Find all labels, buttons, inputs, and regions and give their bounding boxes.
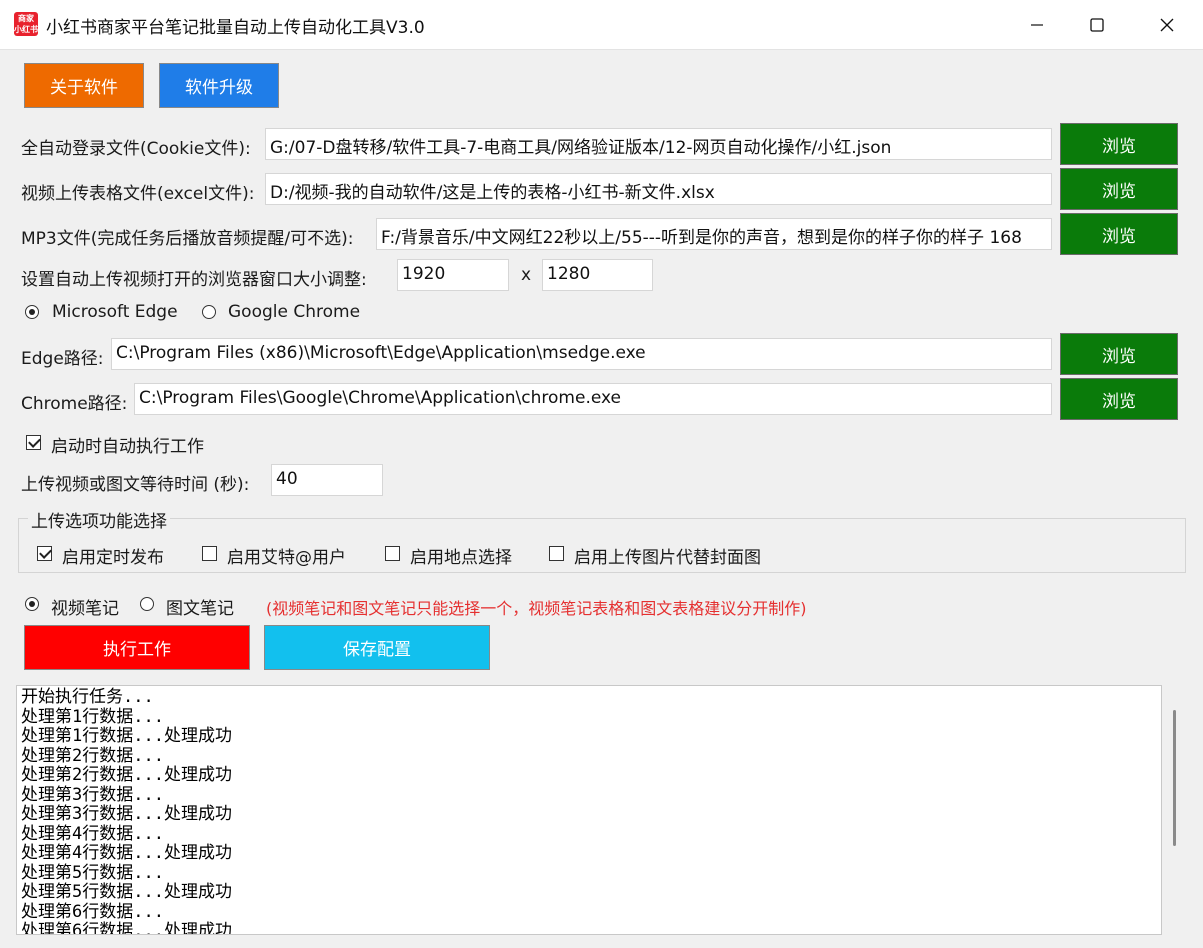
scheduled-publish-label[interactable]: 启用定时发布 (62, 543, 164, 568)
window-width-input[interactable]: 1920 (397, 259, 509, 291)
log-line: 处理第4行数据... (21, 823, 164, 844)
upload-options-title: 上传选项功能选择 (28, 507, 170, 532)
window-height-input[interactable]: 1280 (542, 259, 653, 291)
edge-browse-button[interactable]: 浏览 (1060, 333, 1178, 375)
mp3-file-input[interactable]: F:/背景音乐/中文网红22秒以上/55---听到是你的声音，想到是你的样子你的… (376, 218, 1052, 250)
chrome-browse-button[interactable]: 浏览 (1060, 378, 1178, 420)
log-line: 处理第2行数据...处理成功 (21, 765, 232, 785)
log-line: 处理第4行数据...处理成功 (21, 843, 232, 863)
excel-file-label: 视频上传表格文件(excel文件): (21, 184, 255, 204)
close-icon (1160, 18, 1174, 32)
image-note-label[interactable]: 图文笔记 (166, 594, 234, 619)
window-title: 小红书商家平台笔记批量自动上传自动化工具V3.0 (46, 18, 425, 38)
close-button[interactable] (1132, 0, 1202, 50)
log-scrollbar[interactable] (1173, 710, 1176, 846)
autostart-label[interactable]: 启动时自动执行工作 (51, 432, 204, 457)
edge-path-input[interactable]: C:\Program Files (x86)\Microsoft\Edge\Ap… (111, 338, 1052, 370)
log-line: 开始执行任务... (21, 687, 154, 707)
app-logo-icon: 商家 小红书 (14, 12, 38, 36)
chrome-path-label: Chrome路径: (21, 394, 128, 414)
wait-time-label: 上传视频或图文等待时间 (秒): (21, 475, 250, 495)
location-select-checkbox[interactable] (385, 546, 400, 561)
video-note-label[interactable]: 视频笔记 (51, 594, 119, 619)
excel-browse-button[interactable]: 浏览 (1060, 168, 1178, 210)
autostart-checkbox[interactable] (26, 435, 41, 450)
mp3-browse-button[interactable]: 浏览 (1060, 213, 1178, 255)
chrome-radio-label[interactable]: Google Chrome (228, 302, 360, 322)
edge-radio-label[interactable]: Microsoft Edge (52, 302, 178, 322)
log-line: 处理第3行数据... (21, 784, 164, 805)
image-cover-checkbox[interactable] (549, 546, 564, 561)
about-software-button[interactable]: 关于软件 (24, 63, 144, 108)
chrome-path-input[interactable]: C:\Program Files\Google\Chrome\Applicati… (134, 383, 1052, 415)
log-line: 处理第1行数据...处理成功 (21, 726, 232, 746)
window-size-label: 设置自动上传视频打开的浏览器窗口大小调整: (21, 270, 367, 290)
maximize-icon (1090, 18, 1104, 32)
log-line: 处理第5行数据... (21, 862, 164, 883)
note-type-hint: (视频笔记和图文笔记只能选择一个，视频笔记表格和图文表格建议分开制作) (266, 599, 807, 618)
window-size-separator: x (521, 265, 532, 285)
video-note-radio[interactable] (25, 597, 39, 611)
cookie-file-label: 全自动登录文件(Cookie文件): (21, 139, 251, 159)
excel-file-input[interactable]: D:/视频-我的自动软件/这是上传的表格-小红书-新文件.xlsx (265, 173, 1052, 205)
mp3-file-label: MP3文件(完成任务后播放音频提醒/可不选): (21, 229, 354, 249)
scheduled-publish-checkbox[interactable] (37, 546, 52, 561)
log-line: 处理第6行数据...处理成功 (21, 921, 232, 935)
image-note-radio[interactable] (140, 597, 154, 611)
run-task-button[interactable]: 执行工作 (24, 625, 250, 670)
log-line: 处理第3行数据...处理成功 (21, 804, 232, 824)
save-config-button[interactable]: 保存配置 (264, 625, 490, 670)
mention-users-checkbox[interactable] (202, 546, 217, 561)
app-logo-bottom: 小红书 (14, 25, 38, 34)
edge-path-label: Edge路径: (21, 349, 104, 369)
mention-users-label[interactable]: 启用艾特@用户 (227, 543, 346, 568)
minimize-icon (1031, 24, 1043, 26)
cookie-file-input[interactable]: G:/07-D盘转移/软件工具-7-电商工具/网络验证版本/12-网页自动化操作… (265, 128, 1052, 160)
maximize-button[interactable] (1062, 0, 1132, 50)
log-line: 处理第1行数据... (21, 706, 164, 727)
upgrade-software-button[interactable]: 软件升级 (159, 63, 279, 108)
location-select-label[interactable]: 启用地点选择 (410, 543, 512, 568)
chrome-radio[interactable] (202, 305, 216, 319)
log-line: 处理第6行数据... (21, 901, 164, 922)
log-line: 处理第2行数据... (21, 745, 164, 766)
app-logo-top: 商家 (18, 14, 34, 23)
log-line: 处理第5行数据...处理成功 (21, 882, 232, 902)
cookie-browse-button[interactable]: 浏览 (1060, 123, 1178, 165)
edge-radio[interactable] (25, 305, 39, 319)
wait-time-input[interactable]: 40 (271, 464, 383, 496)
image-cover-label[interactable]: 启用上传图片代替封面图 (574, 543, 761, 568)
title-bar: 商家 小红书 小红书商家平台笔记批量自动上传自动化工具V3.0 (0, 0, 1203, 50)
log-output[interactable]: 开始执行任务... 处理第1行数据... 处理第1行数据...处理成功 处理第2… (16, 685, 1162, 935)
